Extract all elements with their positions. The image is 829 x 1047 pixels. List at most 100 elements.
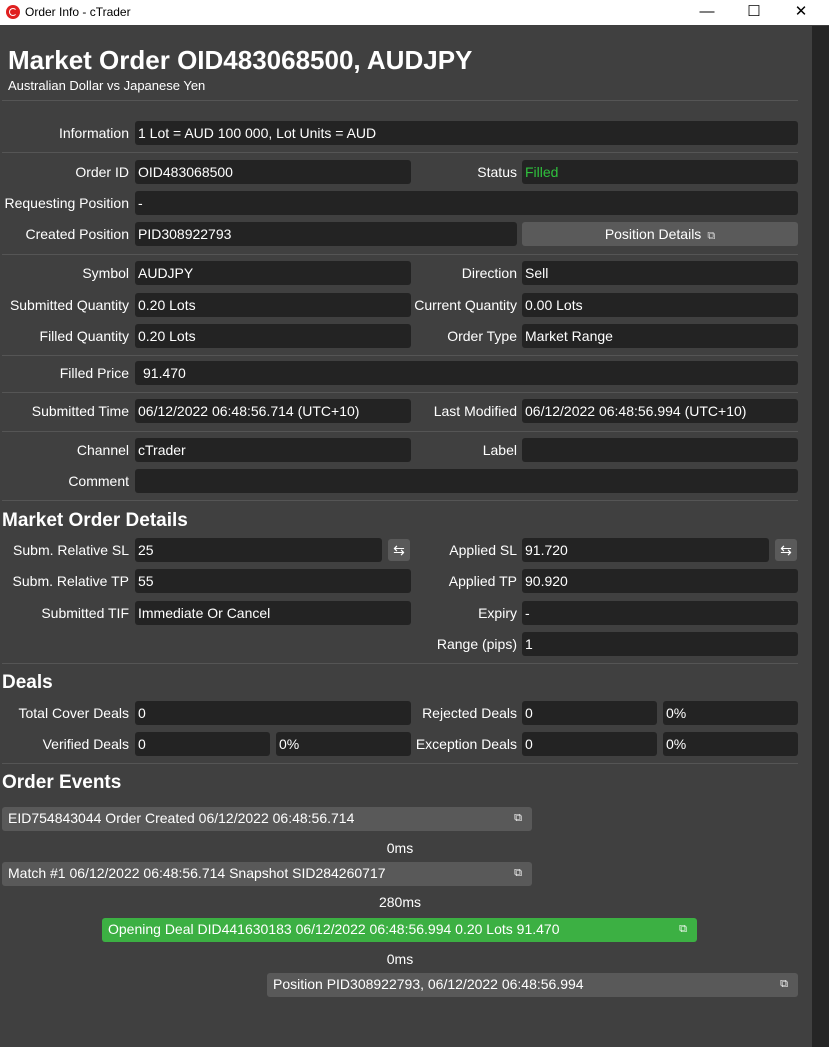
event-text: Match #1 06/12/2022 06:48:56.714 Snapsho… [8, 865, 386, 881]
subm-relative-tp-field: 55 [135, 569, 411, 593]
event-text: Position PID308922793, 06/12/2022 06:48:… [273, 976, 584, 992]
filled-quantity-field: 0.20 Lots [135, 324, 411, 348]
rejected-deals-label: Rejected Deals [422, 705, 517, 721]
channel-label: Channel [76, 442, 129, 458]
filled-price-label: Filled Price [59, 365, 129, 381]
market-order-details-heading: Market Order Details [2, 510, 188, 531]
symbol-label: Symbol [82, 265, 129, 281]
position-details-label: Position Details [604, 226, 702, 242]
total-cover-deals-field: 0 [135, 701, 411, 725]
divider [2, 100, 798, 101]
subm-relative-sl-label: Subm. Relative SL [13, 542, 129, 558]
filled-quantity-label: Filled Quantity [39, 328, 129, 344]
event-gap: 0ms [386, 840, 414, 856]
status-label: Status [477, 164, 517, 180]
minimize-button[interactable]: — [684, 0, 730, 25]
information-label: Information [58, 125, 129, 141]
event-match[interactable]: Match #1 06/12/2022 06:48:56.714 Snapsho… [2, 862, 532, 886]
order-events-heading: Order Events [2, 772, 122, 793]
verified-deals-percent: 0% [276, 732, 411, 756]
label-label: Label [482, 442, 517, 458]
submitted-quantity-field: 0.20 Lots [135, 293, 411, 317]
maximize-button[interactable]: ☐ [731, 0, 777, 25]
submitted-time-label: Submitted Time [31, 403, 129, 419]
symbol-field: AUDJPY [135, 261, 411, 285]
rejected-deals-percent: 0% [663, 701, 798, 725]
window-title: Order Info - cTrader [25, 5, 131, 19]
applied-tp-label: Applied TP [448, 573, 517, 589]
last-modified-label: Last Modified [433, 403, 517, 419]
event-text: Opening Deal DID441630183 06/12/2022 06:… [108, 921, 560, 937]
divider [2, 663, 798, 664]
current-quantity-field: 0.00 Lots [522, 293, 798, 317]
range-pips-field: 1 [522, 632, 798, 656]
channel-field: cTrader [135, 438, 411, 462]
convert-applied-sl-button[interactable]: ⇆ [775, 539, 797, 561]
event-text: EID754843044 Order Created 06/12/2022 06… [8, 810, 355, 826]
expiry-label: Expiry [478, 605, 517, 621]
comment-field [135, 469, 798, 493]
external-link-icon: ⧉ [707, 230, 716, 242]
exception-deals-label: Exception Deals [415, 736, 517, 752]
external-link-icon: ⧉ [780, 978, 788, 990]
requesting-position-label: Requesting Position [4, 195, 129, 211]
rejected-deals-field: 0 [522, 701, 657, 725]
external-link-icon: ⧉ [514, 812, 522, 824]
order-id-field: OID483068500 [135, 160, 411, 184]
filled-price-field: 91.470 [135, 361, 798, 385]
verified-deals-field: 0 [135, 732, 270, 756]
order-type-label: Order Type [447, 328, 517, 344]
total-cover-deals-label: Total Cover Deals [18, 705, 130, 721]
last-modified-field: 06/12/2022 06:48:56.994 (UTC+10) [522, 399, 798, 423]
close-button[interactable]: ✕ [778, 0, 824, 25]
subm-relative-tp-label: Subm. Relative TP [12, 573, 129, 589]
external-link-icon: ⧉ [679, 923, 687, 935]
event-opening-deal[interactable]: Opening Deal DID441630183 06/12/2022 06:… [102, 918, 697, 942]
exception-deals-field: 0 [522, 732, 657, 756]
submitted-tif-label: Submitted TIF [41, 605, 129, 621]
divider [2, 763, 798, 764]
submitted-tif-field: Immediate Or Cancel [135, 601, 411, 625]
applied-tp-field: 90.920 [522, 569, 798, 593]
divider [2, 431, 798, 432]
swap-arrows-icon: ⇆ [780, 542, 792, 558]
convert-sl-button[interactable]: ⇆ [388, 539, 410, 561]
divider [2, 152, 798, 153]
current-quantity-label: Current Quantity [414, 297, 517, 313]
submitted-time-field: 06/12/2022 06:48:56.714 (UTC+10) [135, 399, 411, 423]
ctrader-logo-icon [6, 5, 20, 19]
divider [2, 500, 798, 501]
right-background [812, 26, 829, 1047]
event-gap: 0ms [386, 951, 414, 967]
subm-relative-sl-field: 25 [135, 538, 382, 562]
exception-deals-percent: 0% [663, 732, 798, 756]
status-field: Filled [522, 160, 798, 184]
window-titlebar: Order Info - cTrader — ☐ ✕ [0, 0, 829, 25]
applied-sl-label: Applied SL [449, 542, 517, 558]
direction-field: Sell [522, 261, 798, 285]
created-position-field: PID308922793 [135, 222, 517, 246]
divider [2, 254, 798, 255]
external-link-icon: ⧉ [514, 867, 522, 879]
range-pips-label: Range (pips) [436, 636, 517, 652]
swap-arrows-icon: ⇆ [393, 542, 405, 558]
event-gap: 280ms [378, 894, 422, 910]
verified-deals-label: Verified Deals [42, 736, 129, 752]
expiry-field: - [522, 601, 798, 625]
requesting-position-field: - [135, 191, 798, 215]
applied-sl-field: 91.720 [522, 538, 769, 562]
direction-label: Direction [461, 265, 517, 281]
label-field [522, 438, 798, 462]
information-field: 1 Lot = AUD 100 000, Lot Units = AUD [135, 121, 798, 145]
order-type-field: Market Range [522, 324, 798, 348]
divider [2, 355, 798, 356]
divider [2, 392, 798, 393]
comment-label: Comment [68, 473, 129, 489]
position-details-button[interactable]: Position Details ⧉ [522, 222, 798, 246]
submitted-quantity-label: Submitted Quantity [9, 297, 129, 313]
created-position-label: Created Position [25, 226, 129, 242]
page-title: Market Order OID483068500, AUDJPY [8, 45, 473, 75]
event-order-created[interactable]: EID754843044 Order Created 06/12/2022 06… [2, 807, 532, 831]
event-position[interactable]: Position PID308922793, 06/12/2022 06:48:… [267, 973, 798, 997]
deals-heading: Deals [2, 672, 53, 693]
